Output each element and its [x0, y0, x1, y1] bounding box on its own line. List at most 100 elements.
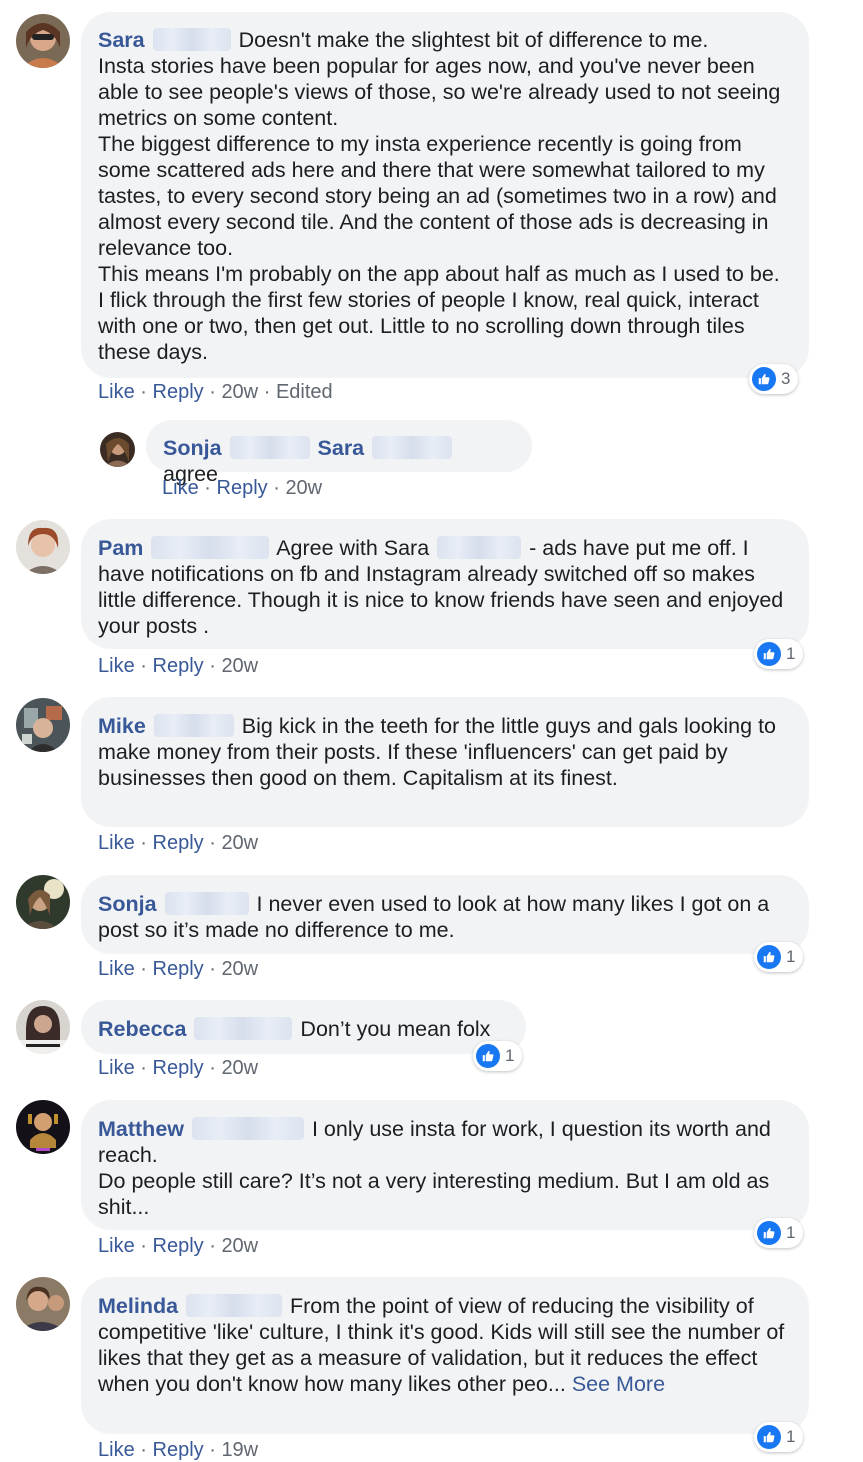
- comment-actions: Like · Reply · 20w: [98, 654, 258, 678]
- reaction-number: 1: [786, 1223, 796, 1242]
- mention-tag[interactable]: Sara: [318, 436, 455, 460]
- separator: ·: [140, 958, 147, 980]
- comment-bubble: Pam Agree with Sara - ads have put me of…: [81, 519, 809, 649]
- comment-body-prefix: Agree with Sara: [276, 536, 430, 560]
- redacted-surname: [164, 892, 249, 915]
- comment-text: Melinda From the point of view of reduci…: [98, 1293, 791, 1397]
- comment-text: Sonja I never even used to look at how m…: [98, 891, 791, 943]
- reaction-count[interactable]: 1: [473, 1041, 523, 1071]
- reaction-count[interactable]: 1: [754, 1218, 804, 1248]
- reply-link[interactable]: Reply: [153, 1057, 204, 1079]
- avatar[interactable]: [16, 1277, 70, 1331]
- redacted-surname: [437, 536, 522, 559]
- separator: ·: [140, 1057, 147, 1079]
- comment-body: Don’t you mean folx: [300, 1017, 491, 1041]
- avatar[interactable]: [16, 875, 70, 929]
- commenter-name[interactable]: Mike: [98, 714, 146, 738]
- like-link[interactable]: Like: [162, 477, 199, 499]
- reply-link[interactable]: Reply: [153, 958, 204, 980]
- timestamp[interactable]: 20w: [221, 655, 258, 677]
- separator: ·: [140, 381, 147, 403]
- reaction-number: 1: [786, 644, 796, 663]
- reply-link[interactable]: Reply: [153, 381, 204, 403]
- comment-bubble: Melinda From the point of view of reduci…: [81, 1277, 809, 1434]
- like-link[interactable]: Like: [98, 832, 135, 854]
- reaction-number: 3: [781, 369, 791, 388]
- redacted-surname: [194, 1017, 293, 1040]
- edited-label[interactable]: Edited: [276, 381, 333, 403]
- like-link[interactable]: Like: [98, 958, 135, 980]
- see-more-link[interactable]: See More: [572, 1372, 665, 1396]
- like-link[interactable]: Like: [98, 655, 135, 677]
- avatar[interactable]: [16, 1000, 70, 1054]
- comment-text: Matthew I only use insta for work, I que…: [98, 1116, 791, 1220]
- comment-bubble: Matthew I only use insta for work, I que…: [81, 1100, 809, 1230]
- reply-link[interactable]: Reply: [153, 832, 204, 854]
- comment-bubble: Sonja I never even used to look at how m…: [81, 875, 809, 954]
- comment-actions: Like · Reply · 20w: [98, 957, 258, 981]
- like-reaction-icon: [757, 1425, 781, 1449]
- reply-bubble: Sonja Sara agree: [146, 420, 532, 486]
- reaction-count[interactable]: 3: [749, 364, 799, 394]
- redacted-surname: [152, 28, 231, 51]
- reaction-number: 1: [786, 1427, 796, 1446]
- commenter-name[interactable]: Sonja: [98, 892, 157, 916]
- commenter-name[interactable]: Pam: [98, 536, 143, 560]
- avatar[interactable]: [16, 520, 70, 574]
- comment-actions: Like · Reply · 20w: [98, 1056, 258, 1080]
- separator: ·: [204, 477, 211, 499]
- redacted-surname: [372, 436, 453, 459]
- avatar[interactable]: [16, 14, 70, 68]
- separator: ·: [140, 1235, 147, 1257]
- reaction-number: 1: [505, 1046, 515, 1065]
- timestamp[interactable]: 20w: [221, 381, 258, 403]
- separator: ·: [273, 477, 280, 499]
- timestamp[interactable]: 20w: [221, 1057, 258, 1079]
- commenter-name[interactable]: Sara: [98, 28, 145, 52]
- separator: ·: [209, 1439, 216, 1461]
- like-reaction-icon: [476, 1044, 500, 1068]
- like-link[interactable]: Like: [98, 381, 135, 403]
- reply-link[interactable]: Reply: [217, 477, 268, 499]
- like-link[interactable]: Like: [98, 1439, 135, 1461]
- timestamp[interactable]: 20w: [221, 958, 258, 980]
- timestamp[interactable]: 20w: [285, 477, 322, 499]
- like-reaction-icon: [757, 1221, 781, 1245]
- commenter-name[interactable]: Rebecca: [98, 1017, 186, 1041]
- commenter-name[interactable]: Melinda: [98, 1294, 178, 1318]
- timestamp[interactable]: 19w: [221, 1439, 258, 1461]
- comment-actions: Like · Reply · 19w: [98, 1438, 258, 1462]
- like-link[interactable]: Like: [98, 1057, 135, 1079]
- comment-bubble: Mike Big kick in the teeth for the littl…: [81, 697, 809, 827]
- timestamp[interactable]: 20w: [221, 1235, 258, 1257]
- avatar[interactable]: [100, 432, 135, 467]
- reaction-count[interactable]: 1: [754, 942, 804, 972]
- comment-text: Mike Big kick in the teeth for the littl…: [98, 713, 791, 791]
- redacted-surname: [151, 536, 270, 559]
- comment-actions: Like · Reply · 20w: [98, 831, 258, 855]
- avatar[interactable]: [16, 698, 70, 752]
- like-link[interactable]: Like: [98, 1235, 135, 1257]
- separator: ·: [263, 381, 271, 403]
- reply-link[interactable]: Reply: [153, 655, 204, 677]
- avatar[interactable]: [16, 1100, 70, 1154]
- reply-link[interactable]: Reply: [153, 1235, 204, 1257]
- comment-actions: Like · Reply · 20w: [98, 1234, 258, 1258]
- separator: ·: [140, 832, 147, 854]
- comment-text: Sara Doesn't make the slightest bit of d…: [98, 27, 791, 365]
- comment-body: Doesn't make the slightest bit of differ…: [98, 28, 781, 364]
- redacted-surname: [153, 714, 234, 737]
- separator: ·: [209, 381, 216, 403]
- reply-link[interactable]: Reply: [153, 1439, 204, 1461]
- like-reaction-icon: [757, 642, 781, 666]
- redacted-surname: [191, 1117, 304, 1140]
- commenter-name[interactable]: Matthew: [98, 1117, 184, 1141]
- reaction-count[interactable]: 1: [754, 1422, 804, 1452]
- like-reaction-icon: [752, 367, 776, 391]
- timestamp[interactable]: 20w: [221, 832, 258, 854]
- separator: ·: [140, 655, 147, 677]
- comment-actions: Like · Reply · 20w: [162, 476, 322, 500]
- commenter-name[interactable]: Sonja: [163, 436, 222, 460]
- reaction-count[interactable]: 1: [754, 639, 804, 669]
- comment-bubble: Sara Doesn't make the slightest bit of d…: [81, 12, 809, 378]
